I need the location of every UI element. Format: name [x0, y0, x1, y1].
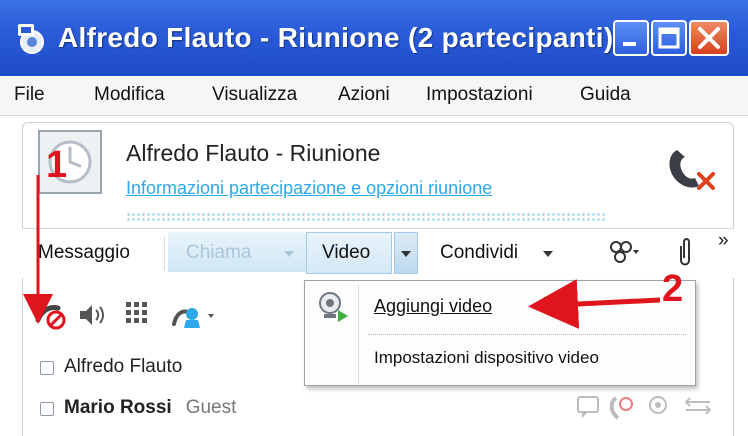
participant-actions[interactable]: [574, 392, 724, 422]
window-title: Alfredo Flauto - Riunione (2 partecipant…: [58, 22, 614, 53]
menu-item-label: Aggiungi video: [374, 296, 493, 316]
participant-row[interactable]: Mario Rossi Guest: [64, 397, 236, 419]
minimize-icon: [623, 42, 636, 46]
menu-modifica[interactable]: Modifica: [94, 84, 165, 106]
participant-role-badge: Guest: [185, 397, 237, 418]
message-button[interactable]: Messaggio: [38, 242, 130, 264]
participant-checkbox[interactable]: [40, 402, 54, 416]
share-dropdown-icon[interactable]: [543, 251, 553, 257]
conversation-title: Alfredo Flauto - Riunione: [126, 140, 381, 166]
menu-separator: [368, 334, 686, 335]
call-dropdown-icon[interactable]: [284, 251, 294, 257]
participant-name: Mario Rossi: [64, 397, 172, 418]
video-dropdown-icon: [401, 251, 411, 257]
activity-divider: [126, 212, 606, 222]
title-bar[interactable]: Alfredo Flauto - Riunione (2 partecipant…: [0, 0, 748, 76]
menu-file[interactable]: File: [14, 84, 45, 106]
maximize-icon: [658, 27, 680, 49]
toolbar-divider: [164, 236, 165, 270]
more-options-button[interactable]: »: [718, 230, 729, 252]
app-icon: [18, 24, 44, 54]
call-blocked-icon: [609, 396, 633, 420]
maximize-button[interactable]: [651, 20, 687, 56]
close-button[interactable]: [689, 20, 729, 56]
participant-name[interactable]: Alfredo Flauto: [64, 356, 182, 378]
menu-gutter: [358, 284, 359, 384]
chat-icon: [577, 396, 599, 418]
menu-visualizza[interactable]: Visualizza: [212, 84, 297, 106]
participant-checkbox[interactable]: [40, 361, 54, 375]
video-icon: [649, 396, 667, 414]
annotation-step-1: 1: [46, 144, 68, 186]
speaker-icon[interactable]: [76, 300, 106, 330]
menu-impostazioni[interactable]: Impostazioni: [426, 84, 533, 106]
share-button[interactable]: Condividi: [440, 242, 518, 264]
dialpad-icon[interactable]: [124, 300, 150, 326]
menu-item-add-video[interactable]: Aggiungi video: [374, 296, 492, 317]
mute-audio-icon[interactable]: [34, 300, 68, 330]
video-dropdown-menu: [304, 280, 696, 386]
add-participant-icon[interactable]: [168, 300, 218, 330]
menu-item-video-device-settings[interactable]: Impostazioni dispositivo video: [374, 348, 599, 368]
menu-bar: File Modifica Visualizza Azioni Impostaz…: [0, 76, 748, 116]
call-button-label: Chiama: [186, 242, 252, 263]
minimize-button[interactable]: [613, 20, 649, 56]
people-options-icon[interactable]: [606, 238, 642, 268]
menu-guida[interactable]: Guida: [580, 84, 631, 106]
menu-azioni[interactable]: Azioni: [338, 84, 390, 106]
transfer-icon: [684, 397, 712, 415]
hang-up-phone-icon[interactable]: [663, 144, 719, 194]
video-button-label: Video: [322, 242, 371, 263]
annotation-step-2: 2: [662, 268, 684, 310]
close-icon: [698, 27, 720, 49]
meeting-info-link[interactable]: Informazioni partecipazione e opzioni ri…: [126, 178, 492, 199]
attachment-icon[interactable]: [676, 236, 694, 270]
webcam-start-icon: [319, 292, 348, 322]
